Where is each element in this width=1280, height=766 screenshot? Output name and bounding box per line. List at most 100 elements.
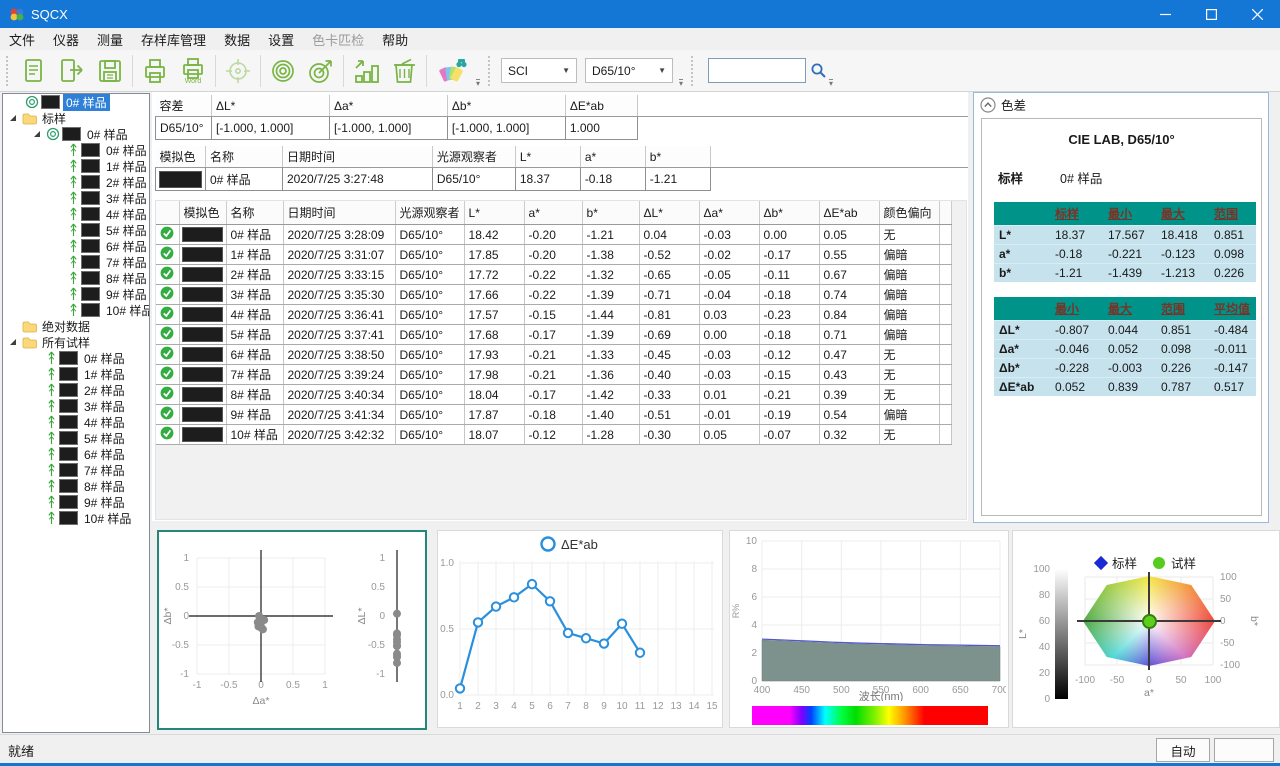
maximize-button[interactable] [1188, 0, 1234, 28]
column-header[interactable]: L* [464, 201, 524, 225]
column-header[interactable]: ΔE*ab [565, 95, 637, 117]
tree-item-10# 样品[interactable]: 10# 样品 [3, 510, 149, 526]
tree-item-6# 样品[interactable]: 6# 样品 [3, 238, 149, 254]
toolbar-overflow-icon[interactable]: ▾ [679, 79, 683, 88]
column-header[interactable]: 光源观察者 [432, 146, 515, 168]
tree-item-0# 样品[interactable]: 0# 样品 [3, 142, 149, 158]
toolbar-overflow-icon[interactable]: ▾ [476, 79, 480, 88]
auto-button[interactable]: 自动 [1156, 738, 1210, 762]
combo-illuminant-dropdown[interactable]: D65/10°▼ [585, 58, 673, 83]
column-header[interactable]: 名称 [226, 201, 283, 225]
column-header[interactable]: ΔL* [639, 201, 699, 225]
column-header[interactable]: b* [582, 201, 639, 225]
delete-trash-button[interactable] [385, 52, 423, 90]
tree-expander-icon[interactable] [34, 131, 46, 137]
menu-item-存样库管理[interactable]: 存样库管理 [132, 28, 215, 51]
export-sample-button[interactable] [53, 52, 91, 90]
column-header[interactable]: a* [524, 201, 582, 225]
menu-item-文件[interactable]: 文件 [0, 28, 44, 51]
print-word-button[interactable]: Word [174, 52, 212, 90]
tree-item-10# 样品[interactable]: 10# 样品 [3, 302, 149, 318]
tree-expander-icon[interactable] [10, 339, 22, 345]
column-header[interactable]: 颜色偏向 [879, 201, 939, 225]
table-row[interactable]: 2# 样品2020/7/25 3:33:15D65/10°17.72-0.22-… [156, 265, 951, 285]
tree-item-5# 样品[interactable]: 5# 样品 [3, 430, 149, 446]
delta-ab-chart-card[interactable]: -1-1-0.5-0.5000.50.511Δb*Δa*10.50-0.5-1Δ… [157, 530, 427, 730]
search-icon[interactable] [810, 62, 827, 79]
table-row[interactable]: 1# 样品2020/7/25 3:31:07D65/10°17.85-0.20-… [156, 245, 951, 265]
tree-item-1# 样品[interactable]: 1# 样品 [3, 366, 149, 382]
tree-item-6# 样品[interactable]: 6# 样品 [3, 446, 149, 462]
menu-item-测量[interactable]: 测量 [88, 28, 132, 51]
standard-target-button[interactable] [264, 52, 302, 90]
tree-item-1# 样品[interactable]: 1# 样品 [3, 158, 149, 174]
combo-geometry-dropdown[interactable]: SCI▼ [501, 58, 577, 83]
table-row[interactable]: 6# 样品2020/7/25 3:38:50D65/10°17.93-0.21-… [156, 345, 951, 365]
tree-item-0# 样品[interactable]: 0# 样品 [3, 126, 149, 142]
lab-gamut-chart-card[interactable]: -100-50050100100500-50-100100806040200a*… [1012, 530, 1280, 728]
tree-item-5# 样品[interactable]: 5# 样品 [3, 222, 149, 238]
tree-item-3# 样品[interactable]: 3# 样品 [3, 190, 149, 206]
sample-cell: 9# 样品 [226, 405, 283, 425]
save-button[interactable] [91, 52, 129, 90]
table-row[interactable]: 0# 样品2020/7/25 3:28:09D65/10°18.42-0.20-… [156, 225, 951, 245]
dE-trend-chart-card[interactable]: ΔE*ab1234567891011121314150.00.51.0 [437, 530, 723, 728]
minimize-button[interactable] [1142, 0, 1188, 28]
new-document-button[interactable] [15, 52, 53, 90]
column-header[interactable]: 容差 [156, 95, 212, 117]
column-header[interactable]: Δb* [447, 95, 565, 117]
column-header[interactable]: 日期时间 [283, 201, 395, 225]
statistics-chart-button[interactable] [347, 52, 385, 90]
table-row[interactable]: 7# 样品2020/7/25 3:39:24D65/10°17.98-0.21-… [156, 365, 951, 385]
menu-item-仪器[interactable]: 仪器 [44, 28, 88, 51]
tree-item-7# 样品[interactable]: 7# 样品 [3, 254, 149, 270]
tree-item-9# 样品[interactable]: 9# 样品 [3, 494, 149, 510]
tree-item-8# 样品[interactable]: 8# 样品 [3, 270, 149, 286]
tree-item-3# 样品[interactable]: 3# 样品 [3, 398, 149, 414]
tree-item-2# 样品[interactable]: 2# 样品 [3, 382, 149, 398]
tree-item-所有试样[interactable]: 所有试样 [3, 334, 149, 350]
table-row[interactable]: 8# 样品2020/7/25 3:40:34D65/10°18.04-0.17-… [156, 385, 951, 405]
column-header[interactable]: ΔE*ab [819, 201, 879, 225]
column-header[interactable]: Δb* [759, 201, 819, 225]
tree-item-0# 样品[interactable]: 0# 样品 [3, 94, 149, 110]
column-header[interactable] [156, 201, 179, 225]
column-header[interactable]: L* [515, 146, 580, 168]
column-header[interactable]: ΔL* [211, 95, 329, 117]
column-header[interactable]: 模拟色 [156, 146, 206, 168]
column-header[interactable]: 模拟色 [179, 201, 226, 225]
tree-item-4# 样品[interactable]: 4# 样品 [3, 414, 149, 430]
tree-item-标样[interactable]: 标样 [3, 110, 149, 126]
tree-item-绝对数据[interactable]: 绝对数据 [3, 318, 149, 334]
tree-expander-icon[interactable] [10, 115, 22, 121]
table-row[interactable]: 4# 样品2020/7/25 3:36:41D65/10°17.57-0.15-… [156, 305, 951, 325]
table-row[interactable]: 9# 样品2020/7/25 3:41:34D65/10°17.87-0.18-… [156, 405, 951, 425]
menu-item-帮助[interactable]: 帮助 [373, 28, 417, 51]
column-header[interactable]: Δa* [699, 201, 759, 225]
collapse-icon[interactable] [980, 97, 996, 113]
column-header[interactable]: a* [580, 146, 645, 168]
column-header[interactable]: Δa* [329, 95, 447, 117]
table-row[interactable]: 5# 样品2020/7/25 3:37:41D65/10°17.68-0.17-… [156, 325, 951, 345]
column-header[interactable]: b* [645, 146, 710, 168]
table-row[interactable]: 10# 样品2020/7/25 3:42:32D65/10°18.07-0.12… [156, 425, 951, 445]
toolbar-overflow-icon[interactable]: ▾ [829, 79, 833, 88]
tree-item-0# 样品[interactable]: 0# 样品 [3, 350, 149, 366]
table-row[interactable]: 3# 样品2020/7/25 3:35:30D65/10°17.66-0.22-… [156, 285, 951, 305]
tree-item-2# 样品[interactable]: 2# 样品 [3, 174, 149, 190]
sample-target-button[interactable] [302, 52, 340, 90]
print-button[interactable] [136, 52, 174, 90]
color-match-button[interactable] [430, 52, 474, 90]
menu-item-设置[interactable]: 设置 [259, 28, 303, 51]
column-header[interactable]: 光源观察者 [395, 201, 464, 225]
close-button[interactable] [1234, 0, 1280, 28]
spectral-chart-card[interactable]: 4004505005506006507000246810R%波长(nm) [729, 530, 1009, 728]
tree-item-4# 样品[interactable]: 4# 样品 [3, 206, 149, 222]
column-header[interactable]: 名称 [205, 146, 282, 168]
tree-item-7# 样品[interactable]: 7# 样品 [3, 462, 149, 478]
tree-item-9# 样品[interactable]: 9# 样品 [3, 286, 149, 302]
column-header[interactable]: 日期时间 [282, 146, 432, 168]
tree-item-8# 样品[interactable]: 8# 样品 [3, 478, 149, 494]
search-input[interactable] [708, 58, 806, 83]
menu-item-数据[interactable]: 数据 [215, 28, 259, 51]
